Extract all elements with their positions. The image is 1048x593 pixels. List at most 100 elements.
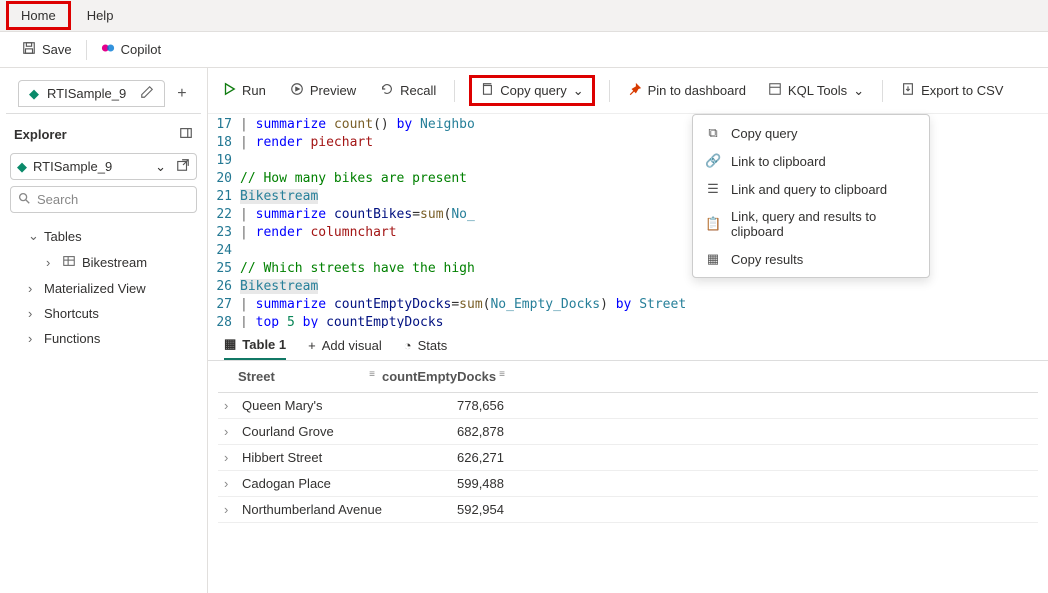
chevron-right-icon: ›: [46, 255, 56, 270]
database-name: RTISample_9: [33, 159, 149, 174]
open-external-icon[interactable]: [176, 158, 190, 175]
column-menu-icon[interactable]: ≡: [369, 369, 374, 384]
copilot-icon: [101, 41, 115, 58]
expand-icon[interactable]: ›: [218, 393, 238, 418]
chevron-right-icon: ›: [28, 281, 38, 296]
preview-label: Preview: [310, 83, 356, 98]
ribbon: Run Preview Recall: [208, 68, 1048, 114]
table-row[interactable]: › Queen Mary's 778,656: [218, 393, 1038, 419]
chevron-down-icon: ⌄: [28, 228, 38, 244]
pin-icon: [628, 82, 642, 99]
table-icon: [62, 254, 76, 271]
toolbar: Save Copilot: [0, 32, 1048, 68]
kql-tools-label: KQL Tools: [788, 83, 847, 98]
tree-bikestream-label: Bikestream: [82, 255, 147, 270]
stats-button[interactable]: ◔ Stats: [404, 338, 447, 359]
tree-bikestream[interactable]: › Bikestream: [6, 249, 201, 276]
pin-label: Pin to dashboard: [648, 83, 746, 98]
tree-functions[interactable]: › Functions: [6, 326, 201, 351]
run-button[interactable]: Run: [218, 78, 270, 103]
tools-icon: [768, 82, 782, 99]
table-row[interactable]: › Cadogan Place 599,488: [218, 471, 1038, 497]
tab-rtisample[interactable]: ◆ RTISample_9: [18, 80, 165, 107]
play-icon: [222, 82, 236, 99]
results-grid: Street≡ countEmptyDocks≡ › Queen Mary's …: [208, 361, 1048, 523]
edit-icon[interactable]: [140, 85, 154, 102]
copilot-button[interactable]: Copilot: [93, 37, 169, 62]
menu-link-query-results[interactable]: 📋 Link, query and results to clipboard: [693, 203, 929, 245]
run-label: Run: [242, 83, 266, 98]
plus-icon: +: [308, 338, 316, 353]
menubar: Home Help: [0, 0, 1048, 32]
chevron-down-icon: ⌄: [155, 159, 166, 175]
tree-shortcuts[interactable]: › Shortcuts: [6, 301, 201, 326]
save-icon: [22, 41, 36, 58]
chevron-down-icon: ⌄: [853, 83, 864, 99]
save-label: Save: [42, 42, 72, 57]
table-icon: ▦: [224, 336, 236, 352]
stats-icon: ◔: [404, 338, 412, 353]
column-menu-icon[interactable]: ≡: [499, 369, 504, 384]
panel-collapse-icon[interactable]: [179, 126, 193, 143]
tab-table1[interactable]: ▦ Table 1: [224, 336, 286, 360]
table-row[interactable]: › Hibbert Street 626,271: [218, 445, 1038, 471]
tree-matview[interactable]: › Materialized View: [6, 276, 201, 301]
menu-link-query-clipboard[interactable]: ☰ Link and query to clipboard: [693, 175, 929, 203]
export-icon: [901, 82, 915, 99]
export-label: Export to CSV: [921, 83, 1003, 98]
menu-copy-results[interactable]: ▦ Copy results: [693, 245, 929, 273]
copy-query-label: Copy query: [500, 83, 566, 98]
pin-button[interactable]: Pin to dashboard: [624, 78, 750, 103]
recall-label: Recall: [400, 83, 436, 98]
grid-header: Street≡ countEmptyDocks≡: [218, 361, 1038, 393]
expand-icon[interactable]: ›: [218, 497, 238, 522]
export-button[interactable]: Export to CSV: [897, 78, 1007, 103]
tab-label: RTISample_9: [47, 86, 126, 101]
tree-functions-label: Functions: [44, 331, 100, 346]
content-area: Run Preview Recall: [208, 68, 1048, 593]
copilot-label: Copilot: [121, 42, 161, 57]
results-tabs: ▦ Table 1 + Add visual ◔ Stats: [208, 328, 1048, 361]
database-icon: ◆: [29, 86, 39, 102]
menu-link-clipboard[interactable]: 🔗 Link to clipboard: [693, 147, 929, 175]
menu-help[interactable]: Help: [75, 4, 126, 27]
tree-shortcuts-label: Shortcuts: [44, 306, 99, 321]
chevron-down-icon: ⌄: [573, 83, 584, 99]
copy-icon: [480, 82, 494, 99]
copy-query-dropdown[interactable]: Copy query ⌄: [469, 75, 594, 106]
clipboard-icon: 📋: [705, 216, 721, 232]
database-selector[interactable]: ◆ RTISample_9 ⌄: [10, 153, 197, 180]
col-count[interactable]: countEmptyDocks≡: [378, 361, 508, 392]
add-visual-button[interactable]: + Add visual: [308, 338, 382, 359]
expand-icon[interactable]: ›: [218, 471, 238, 496]
table-row[interactable]: › Northumberland Avenue 592,954: [218, 497, 1038, 523]
preview-icon: [290, 82, 304, 99]
table-row[interactable]: › Courland Grove 682,878: [218, 419, 1038, 445]
database-icon: ◆: [17, 159, 27, 175]
menu-copy-query[interactable]: ⧉ Copy query: [693, 119, 929, 147]
tree-matview-label: Materialized View: [44, 281, 146, 296]
copy-query-menu: ⧉ Copy query 🔗 Link to clipboard ☰ Link …: [692, 114, 930, 278]
search-icon: [17, 191, 31, 208]
tab-well: ◆ RTISample_9 +: [6, 80, 201, 111]
menu-home[interactable]: Home: [6, 1, 71, 30]
chevron-right-icon: ›: [28, 306, 38, 321]
tree-tables[interactable]: ⌄ Tables: [6, 223, 201, 249]
save-button[interactable]: Save: [14, 37, 80, 62]
kql-tools-button[interactable]: KQL Tools ⌄: [764, 78, 868, 103]
line-gutter: 171819 202122 232425 262728 2930: [208, 116, 240, 328]
link-icon: 🔗: [705, 153, 721, 169]
add-tab-button[interactable]: +: [177, 85, 186, 103]
search-input[interactable]: Search: [10, 186, 197, 213]
explorer-title: Explorer: [14, 127, 67, 142]
tree-tables-label: Tables: [44, 229, 82, 244]
search-placeholder: Search: [37, 192, 78, 207]
preview-button[interactable]: Preview: [286, 78, 360, 103]
list-icon: ☰: [705, 181, 721, 197]
col-street[interactable]: Street≡: [218, 361, 378, 392]
expand-icon[interactable]: ›: [218, 445, 238, 470]
recall-button[interactable]: Recall: [376, 78, 440, 103]
expand-icon[interactable]: ›: [218, 419, 238, 444]
sidebar: ◆ RTISample_9 + Explorer ◆ RTISample_9 ⌄: [0, 68, 208, 593]
chevron-right-icon: ›: [28, 331, 38, 346]
